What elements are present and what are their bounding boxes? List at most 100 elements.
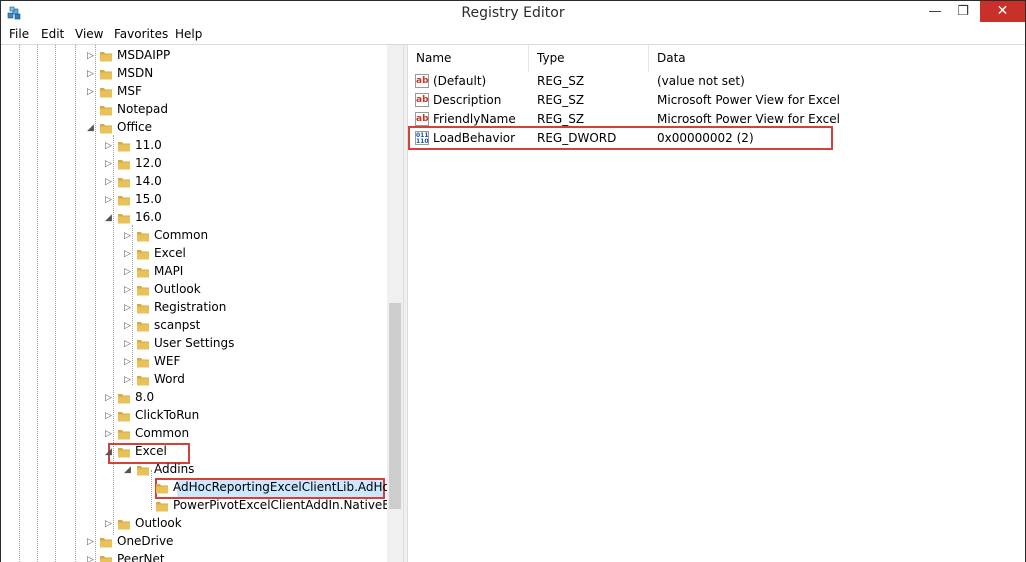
column-header-type[interactable]: Type — [529, 45, 649, 72]
tree-node[interactable]: ▷ Outlook — [105, 515, 373, 533]
tree-node[interactable]: ▷ ClickToRun — [105, 407, 373, 425]
column-header-name[interactable]: Name — [408, 45, 529, 72]
tree-node[interactable]: ▷ OneDrive — [87, 533, 373, 551]
value-row[interactable]: ab (Default) REG_SZ (value not set) — [408, 72, 1025, 91]
expand-arrow-icon[interactable]: ▷ — [124, 266, 133, 278]
expand-arrow-icon[interactable]: ▷ — [105, 410, 114, 422]
tree-node[interactable]: ▷ PeerNet — [87, 551, 373, 562]
tree-node[interactable]: ▷ 15.0 — [105, 191, 373, 209]
tree-node[interactable]: ▷ Common — [124, 227, 373, 245]
tree-node[interactable]: ▷ MSDN — [87, 65, 373, 83]
folder-icon — [118, 394, 130, 404]
menu-view[interactable]: View — [75, 27, 103, 41]
expand-arrow-icon[interactable]: ▷ — [87, 554, 96, 562]
expand-arrow-icon[interactable]: ▷ — [105, 140, 114, 152]
tree-node[interactable]: ◢ Excel — [105, 443, 373, 461]
tree-node[interactable]: ▷ scanpst — [124, 317, 373, 335]
collapse-arrow-icon[interactable]: ◢ — [105, 212, 114, 224]
column-header-data[interactable]: Data — [649, 45, 1025, 72]
tree-node[interactable]: ◢ Addins — [124, 461, 373, 479]
tree-node-label: 12.0 — [135, 156, 162, 170]
expand-arrow-icon[interactable]: ▷ — [87, 50, 96, 62]
tree-node[interactable]: ▷ 8.0 — [105, 389, 373, 407]
tree-node[interactable]: ▷ WEF — [124, 353, 373, 371]
menu-edit[interactable]: Edit — [41, 27, 64, 41]
folder-icon — [100, 124, 112, 134]
menu-help[interactable]: Help — [175, 27, 202, 41]
tree-node[interactable]: ▷ Common — [105, 425, 373, 443]
expand-arrow-icon[interactable]: ▷ — [124, 338, 133, 350]
tree-node[interactable]: ▷ Outlook — [124, 281, 373, 299]
title-bar: Registry Editor — ❐ ✕ — [1, 1, 1025, 25]
folder-icon — [137, 466, 149, 476]
expand-arrow-icon[interactable]: ▷ — [87, 536, 96, 548]
tree-node[interactable]: ▷ MSDAIPP — [87, 47, 373, 65]
tree-node[interactable]: ▷ User Settings — [124, 335, 373, 353]
folder-icon — [118, 142, 130, 152]
tree-node-label: ClickToRun — [135, 408, 200, 422]
expand-arrow-icon[interactable]: ▷ — [105, 176, 114, 188]
tree-node[interactable]: ◢ Office — [87, 119, 373, 137]
value-type: REG_SZ — [537, 112, 585, 126]
tree-node[interactable]: ◢ 16.0 — [105, 209, 373, 227]
tree-node-label: Word — [154, 372, 185, 386]
tree-node[interactable]: AdHocReportingExcelClientLib.AdHoc — [143, 479, 396, 497]
collapse-arrow-icon[interactable]: ◢ — [105, 446, 114, 458]
expand-arrow-icon[interactable] — [143, 482, 152, 494]
registry-tree[interactable]: ▷ MSDAIPP ▷ MSDN ▷ MSF Notepad ◢ Office ▷ 11.0 ▷ 12.… — [1, 45, 403, 562]
minimize-button[interactable]: — — [921, 1, 949, 22]
expand-arrow-icon[interactable]: ▷ — [124, 284, 133, 296]
expand-arrow-icon[interactable]: ▷ — [124, 320, 133, 332]
value-data: Microsoft Power View for Excel — [657, 112, 840, 126]
expand-arrow-icon[interactable]: ▷ — [124, 356, 133, 368]
tree-node-label: 15.0 — [135, 192, 162, 206]
tree-node-label: MAPI — [154, 264, 184, 278]
tree-node[interactable]: ▷ MSF — [87, 83, 373, 101]
folder-icon — [137, 304, 149, 314]
tree-node[interactable]: PowerPivotExcelClientAddIn.NativeEntr — [143, 497, 403, 515]
expand-arrow-icon[interactable]: ▷ — [105, 518, 114, 530]
tree-node[interactable]: ▷ Registration — [124, 299, 373, 317]
expand-arrow-icon[interactable]: ▷ — [124, 248, 133, 260]
expand-arrow-icon[interactable]: ▷ — [105, 158, 114, 170]
tree-node[interactable]: Notepad — [87, 101, 373, 119]
expand-arrow-icon[interactable]: ▷ — [105, 194, 114, 206]
expand-arrow-icon[interactable]: ▷ — [105, 392, 114, 404]
tree-node-label: 8.0 — [135, 390, 155, 404]
folder-icon — [118, 196, 130, 206]
tree-node[interactable]: ▷ MAPI — [124, 263, 373, 281]
tree-node-label: MSDAIPP — [117, 48, 171, 62]
expand-arrow-icon[interactable] — [143, 500, 152, 512]
value-row[interactable]: ab Description REG_SZ Microsoft Power Vi… — [408, 91, 1025, 110]
folder-icon — [137, 250, 149, 260]
menu-file[interactable]: File — [9, 27, 29, 41]
tree-node[interactable]: ▷ 12.0 — [105, 155, 373, 173]
tree-node-label: PowerPivotExcelClientAddIn.NativeEntr — [173, 498, 403, 512]
tree-node-label: MSF — [117, 84, 142, 98]
restore-button[interactable]: ❐ — [949, 1, 977, 22]
collapse-arrow-icon[interactable]: ◢ — [87, 122, 96, 134]
tree-node[interactable]: ▷ Excel — [124, 245, 373, 263]
tree-node[interactable]: ▷ 14.0 — [105, 173, 373, 191]
value-type: REG_SZ — [537, 74, 585, 88]
folder-icon — [100, 556, 112, 562]
folder-icon — [156, 484, 168, 494]
collapse-arrow-icon[interactable]: ◢ — [124, 464, 133, 476]
expand-arrow-icon[interactable]: ▷ — [124, 302, 133, 314]
tree-node-label: 11.0 — [135, 138, 162, 152]
expand-arrow-icon[interactable]: ▷ — [87, 86, 96, 98]
folder-icon — [137, 286, 149, 296]
expand-arrow-icon[interactable]: ▷ — [87, 68, 96, 80]
values-list[interactable]: Name Type Data ab (Default) REG_SZ (valu… — [408, 45, 1025, 562]
close-button[interactable]: ✕ — [980, 1, 1025, 22]
expand-arrow-icon[interactable]: ▷ — [124, 374, 133, 386]
expand-arrow-icon[interactable]: ▷ — [124, 230, 133, 242]
tree-scrollbar-thumb[interactable] — [389, 303, 401, 509]
tree-node[interactable]: ▷ Word — [124, 371, 373, 389]
expand-arrow-icon[interactable]: ▷ — [105, 428, 114, 440]
tree-node[interactable]: ▷ 11.0 — [105, 137, 373, 155]
menu-favorites[interactable]: Favorites — [114, 27, 168, 41]
folder-icon — [137, 268, 149, 278]
expand-arrow-icon[interactable] — [87, 104, 96, 116]
highlight-loadbehavior-row — [408, 126, 833, 150]
